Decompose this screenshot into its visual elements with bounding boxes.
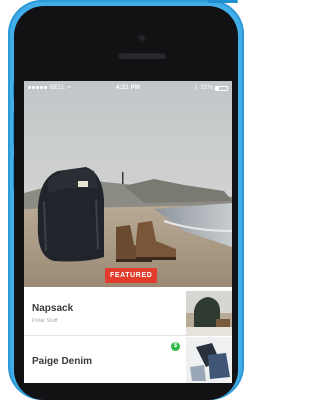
- status-bar: BELL ≈ 4:21 PM ᛒ 32%: [24, 81, 232, 95]
- app-screen: BELL ≈ 4:21 PM ᛒ 32% FEATURED Napsack Po…: [24, 81, 232, 383]
- item-title: Napsack: [32, 303, 74, 314]
- featured-hero[interactable]: BELL ≈ 4:21 PM ᛒ 32% FEATURED: [24, 81, 232, 287]
- item-thumbnail: [186, 291, 232, 337]
- bluetooth-icon: ᛒ: [194, 85, 199, 91]
- featured-badge: FEATURED: [105, 268, 158, 283]
- hero-photo: [24, 81, 232, 287]
- item-thumbnail: [186, 337, 232, 383]
- earpiece-speaker: [118, 52, 166, 59]
- item-title: Paige Denim: [32, 356, 93, 367]
- power-button: [208, 0, 238, 3]
- list-item[interactable]: Paige Denim $: [24, 336, 232, 383]
- battery-icon: [215, 85, 228, 91]
- list-item[interactable]: Napsack Polar Stuff: [24, 289, 232, 337]
- item-subtitle: Polar Stuff: [32, 318, 58, 324]
- napsack-thumbnail-image: [186, 291, 232, 337]
- status-right: ᛒ 32%: [195, 85, 228, 91]
- front-camera: [138, 34, 146, 42]
- battery-percent: 32%: [200, 85, 213, 91]
- price-badge: $: [171, 342, 180, 351]
- paige-denim-thumbnail-image: [186, 337, 232, 383]
